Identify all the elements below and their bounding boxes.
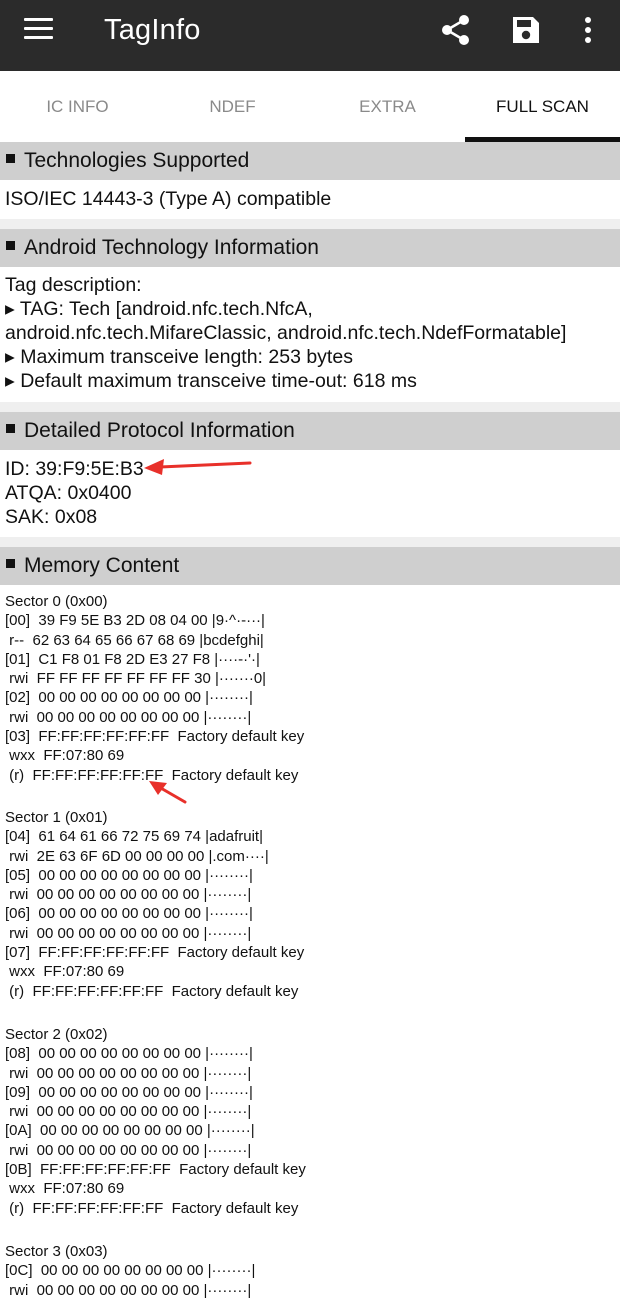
memory-line: [04] 61 64 61 66 72 75 69 74 |adafruit| bbox=[5, 828, 263, 846]
bullet-square-icon bbox=[6, 241, 15, 250]
tab-bar: IC INFO NDEF EXTRA FULL SCAN bbox=[0, 71, 620, 142]
memory-line: [08] 00 00 00 00 00 00 00 00 |········| bbox=[5, 1045, 253, 1063]
memory-sector-2: Sector 2 (0x02) [08] 00 00 00 00 00 00 00… bbox=[5, 1025, 306, 1218]
memory-line: [06] 00 00 00 00 00 00 00 00 |········| bbox=[5, 905, 253, 923]
memory-line: [0B] FF:FF:FF:FF:FF:FF Factory default k… bbox=[5, 1161, 306, 1179]
bullet-square-icon bbox=[6, 154, 15, 163]
memory-line: r-- 62 63 64 65 66 67 68 69 |bcdefghi| bbox=[5, 631, 264, 649]
android-line: ▸ Default maximum transceive time-out: 6… bbox=[5, 370, 417, 392]
section-title: Memory Content bbox=[24, 554, 180, 577]
section-header-android-technology: Android Technology Information bbox=[0, 229, 620, 267]
section-title: Android Technology Information bbox=[24, 236, 319, 259]
section-header-technologies: Technologies Supported bbox=[0, 142, 620, 180]
sector-title: Sector 3 (0x03) bbox=[5, 1243, 108, 1260]
tab-extra[interactable]: EXTRA bbox=[310, 71, 465, 142]
memory-line: [05] 00 00 00 00 00 00 00 00 |········| bbox=[5, 866, 253, 884]
protocol-atqa: ATQA: 0x0400 bbox=[5, 482, 132, 504]
memory-line: [01] C1 F8 01 F8 2D E3 27 F8 |····-·'·| bbox=[5, 650, 260, 668]
section-divider bbox=[0, 219, 620, 229]
technologies-text: ISO/IEC 14443-3 (Type A) compatible bbox=[5, 187, 331, 211]
more-vert-icon[interactable] bbox=[576, 14, 600, 46]
menu-icon[interactable] bbox=[24, 18, 53, 40]
memory-line: wxx FF:07:80 69 bbox=[5, 747, 125, 765]
memory-sector-3: Sector 3 (0x03) [0C] 00 00 00 00 00 00 00… bbox=[5, 1242, 255, 1299]
android-line: ▸ TAG: Tech [android.nfc.tech.NfcA, bbox=[5, 298, 313, 320]
section-title: Detailed Protocol Information bbox=[24, 419, 295, 442]
protocol-sak: SAK: 0x08 bbox=[5, 506, 98, 528]
memory-line: rwi 00 00 00 00 00 00 00 00 |········| bbox=[5, 924, 252, 942]
annotation-arrow-icon bbox=[149, 781, 187, 804]
section-header-protocol: Detailed Protocol Information bbox=[0, 412, 620, 450]
share-icon[interactable] bbox=[440, 14, 472, 46]
tab-ic-info[interactable]: IC INFO bbox=[0, 71, 155, 142]
memory-sector-1: Sector 1 (0x01) [04] 61 64 61 66 72 75 69… bbox=[5, 808, 304, 1001]
memory-line: rwi 00 00 00 00 00 00 00 00 |········| bbox=[5, 886, 252, 904]
protocol-text: ID: 39:F9:5E:B3 ATQA: 0x0400 SAK: 0x08 bbox=[5, 457, 144, 529]
memory-line: wxx FF:07:80 69 bbox=[5, 1180, 125, 1198]
memory-line: rwi 2E 63 6F 6D 00 00 00 00 |.com····| bbox=[5, 847, 269, 865]
memory-sector-0: Sector 0 (0x00) [00] 39 F9 5E B3 2D 08 04… bbox=[5, 592, 304, 785]
android-line: Tag description: bbox=[5, 274, 142, 296]
bullet-square-icon bbox=[6, 559, 15, 568]
memory-line: [02] 00 00 00 00 00 00 00 00 |········| bbox=[5, 689, 253, 707]
memory-line: wxx FF:07:80 69 bbox=[5, 963, 125, 981]
sector-title: Sector 0 (0x00) bbox=[5, 593, 108, 610]
android-technology-text: Tag description: ▸ TAG: Tech [android.nfc… bbox=[5, 273, 566, 393]
tech-line: ISO/IEC 14443-3 (Type A) compatible bbox=[5, 188, 332, 210]
section-divider bbox=[0, 402, 620, 412]
memory-line: [09] 00 00 00 00 00 00 00 00 |········| bbox=[5, 1083, 253, 1101]
memory-line: rwi 00 00 00 00 00 00 00 00 |········| bbox=[5, 1141, 252, 1159]
memory-line: [00] 39 F9 5E B3 2D 08 04 00 |9·^·-···| bbox=[5, 612, 265, 630]
save-icon[interactable] bbox=[510, 14, 542, 46]
memory-line: (r) FF:FF:FF:FF:FF:FF Factory default ke… bbox=[5, 982, 299, 1000]
memory-line: [07] FF:FF:FF:FF:FF:FF Factory default k… bbox=[5, 944, 305, 962]
memory-line: [0C] 00 00 00 00 00 00 00 00 |········| bbox=[5, 1262, 256, 1280]
memory-line: (r) FF:FF:FF:FF:FF:FF Factory default ke… bbox=[5, 1199, 299, 1217]
memory-line: rwi 00 00 00 00 00 00 00 00 |········| bbox=[5, 1064, 252, 1082]
memory-line: rwi 00 00 00 00 00 00 00 00 |········| bbox=[5, 1103, 252, 1121]
app-title: TagInfo bbox=[104, 14, 201, 46]
app-bar: TagInfo bbox=[0, 0, 620, 71]
sector-title: Sector 1 (0x01) bbox=[5, 809, 108, 826]
memory-line: rwi FF FF FF FF FF FF FF 30 |·······0| bbox=[5, 670, 267, 688]
memory-line: rwi 00 00 00 00 00 00 00 00 |········| bbox=[5, 1281, 252, 1299]
annotation-arrow-icon bbox=[144, 459, 252, 475]
tab-full-scan[interactable]: FULL SCAN bbox=[465, 71, 620, 142]
section-divider bbox=[0, 537, 620, 547]
protocol-id: ID: 39:F9:5E:B3 bbox=[5, 458, 144, 480]
memory-line: [0A] 00 00 00 00 00 00 00 00 |········| bbox=[5, 1122, 255, 1140]
tab-ndef[interactable]: NDEF bbox=[155, 71, 310, 142]
sector-title: Sector 2 (0x02) bbox=[5, 1026, 108, 1043]
bullet-square-icon bbox=[6, 424, 15, 433]
android-line: android.nfc.tech.MifareClassic, android.… bbox=[5, 322, 567, 344]
memory-line: rwi 00 00 00 00 00 00 00 00 |········| bbox=[5, 708, 252, 726]
android-line: ▸ Maximum transceive length: 253 bytes bbox=[5, 346, 353, 368]
section-header-memory: Memory Content bbox=[0, 547, 620, 585]
memory-line: [03] FF:FF:FF:FF:FF:FF Factory default k… bbox=[5, 728, 305, 746]
section-title: Technologies Supported bbox=[24, 149, 250, 172]
